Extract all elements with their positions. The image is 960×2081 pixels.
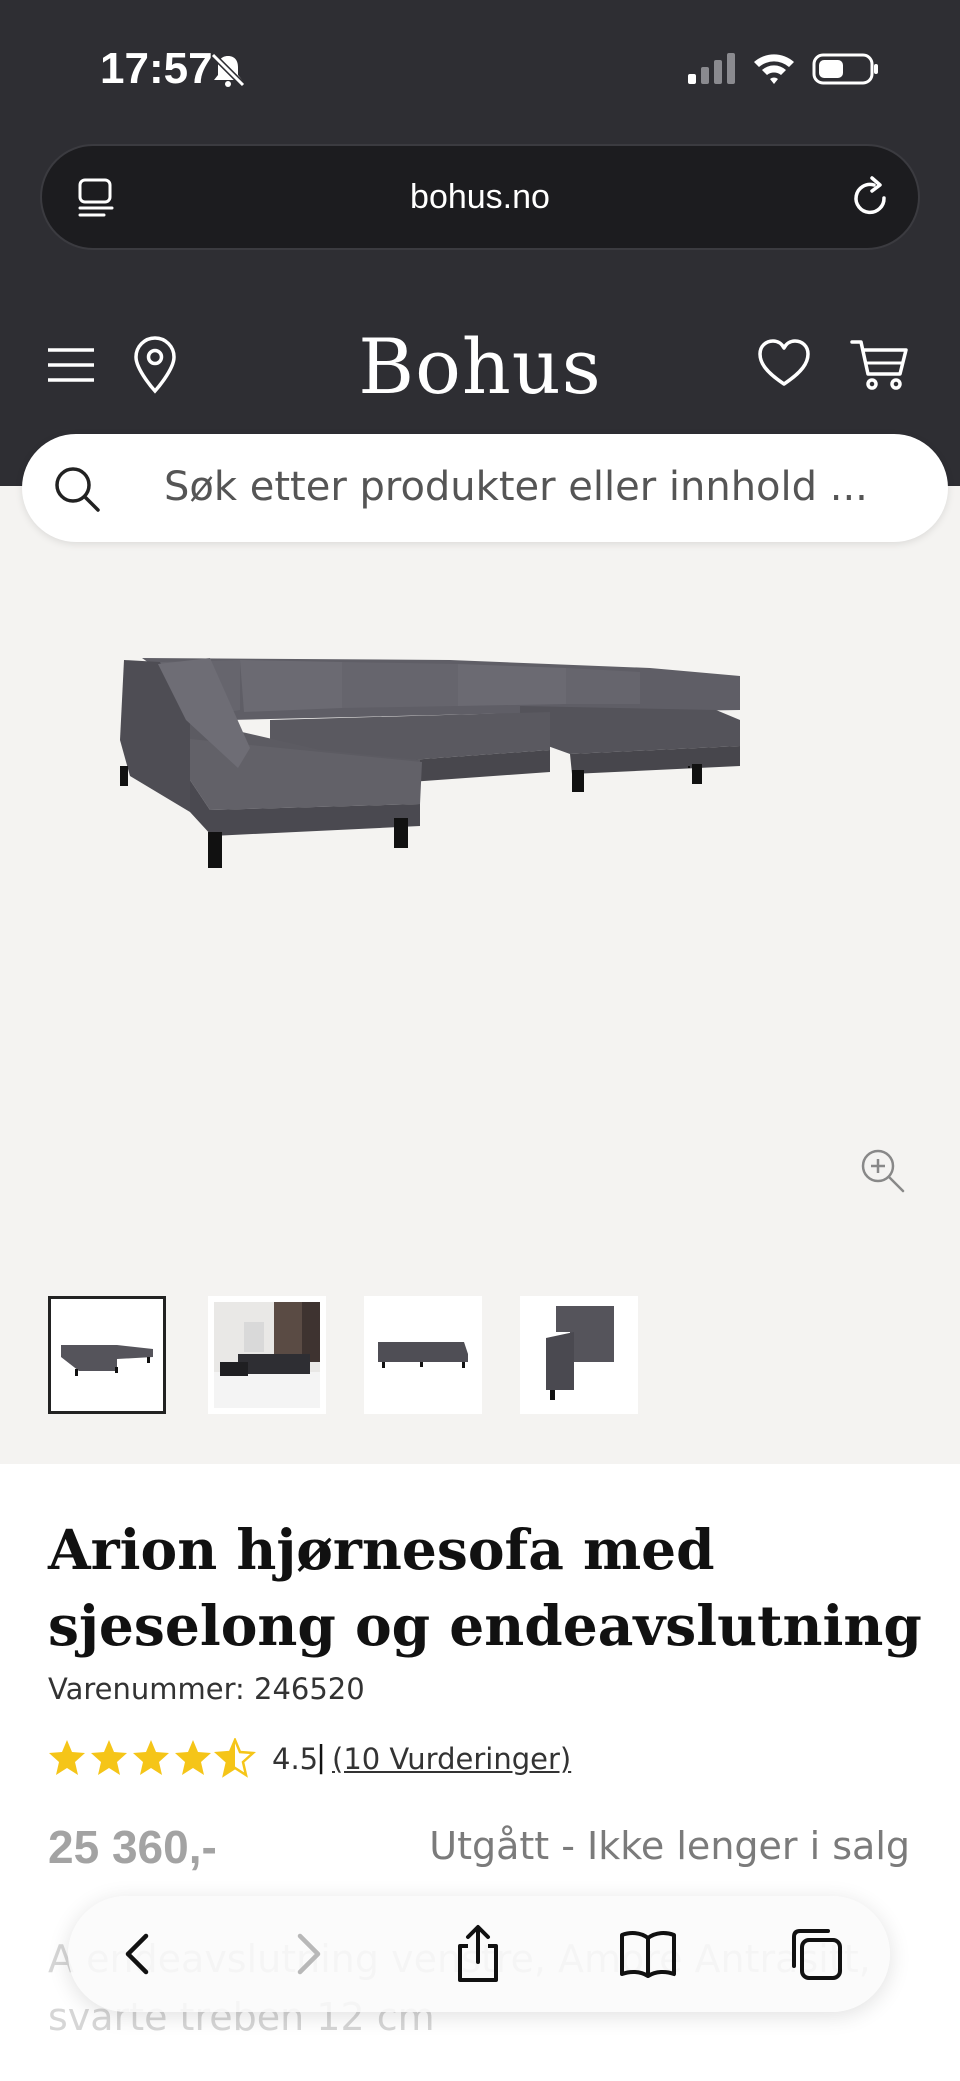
status-time: 17:57 (100, 44, 213, 93)
product-price: 25 360,- (48, 1821, 217, 1873)
share-button[interactable] (446, 1922, 510, 1986)
bookmarks-icon (620, 1931, 676, 1978)
thumbnail-3[interactable] (364, 1296, 482, 1414)
search-input[interactable]: Søk etter produkter eller innhold ... (22, 434, 948, 542)
page: 17:57 bohus.no Bohus Søk etter produkter… (0, 0, 960, 2081)
search-icon (55, 467, 100, 512)
search-placeholder[interactable]: Søk etter produkter eller innhold ... (164, 464, 868, 510)
thumbnail-image (57, 1305, 163, 1411)
back-button[interactable] (108, 1922, 172, 1986)
signal-icon (688, 53, 735, 84)
bell-slash-icon (210, 52, 246, 88)
status-bar: 17:57 (0, 0, 960, 140)
rating-separator: | (316, 1740, 327, 1775)
reviews-link[interactable]: (10 Vurderinger) (332, 1742, 571, 1776)
star-icon (49, 1740, 85, 1775)
site-header: Bohus (0, 300, 960, 440)
url-text[interactable]: bohus.no (42, 178, 918, 217)
tabs-icon (792, 1929, 842, 1980)
rating-value: 4.5 (272, 1742, 319, 1776)
heart-icon[interactable] (756, 336, 812, 392)
thumbnail-image (370, 1302, 476, 1408)
battery-icon (812, 53, 878, 85)
product-image[interactable] (120, 640, 840, 980)
wifi-icon (754, 54, 794, 84)
bookmarks-button[interactable] (616, 1922, 680, 1986)
top-chrome: 17:57 bohus.no Bohus (0, 0, 960, 486)
forward-icon (297, 1933, 321, 1975)
tabs-button[interactable] (784, 1922, 848, 1986)
reload-icon[interactable] (846, 174, 894, 222)
rating-stars (49, 1738, 257, 1778)
product-title: Arion hjørnesofa med sjeselong og endeav… (48, 1517, 922, 1658)
browser-toolbar (68, 1896, 890, 2012)
thumbnail-image (214, 1302, 320, 1408)
cart-icon[interactable] (850, 336, 910, 392)
address-bar[interactable]: bohus.no (40, 144, 920, 250)
logo[interactable]: Bohus (0, 322, 960, 411)
availability-status: Utgått - Ikke lenger i salg (429, 1824, 910, 1868)
thumbnail-image (526, 1302, 632, 1408)
thumbnail-1[interactable] (48, 1296, 166, 1414)
thumbnail-2[interactable] (208, 1296, 326, 1414)
back-icon (125, 1933, 149, 1975)
share-icon (458, 1925, 498, 1982)
thumbnail-4[interactable] (520, 1296, 638, 1414)
zoom-in-icon[interactable] (858, 1146, 906, 1194)
product-sku: Varenummer: 246520 (48, 1672, 365, 1706)
forward-button[interactable] (274, 1922, 338, 1986)
